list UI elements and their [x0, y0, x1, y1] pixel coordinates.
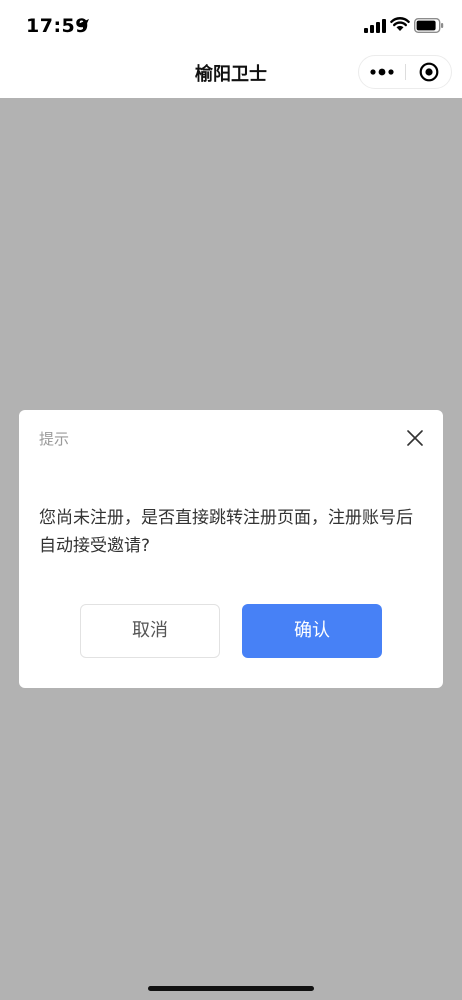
capsule-divider: [405, 64, 406, 80]
navigation-bar: 榆阳卫士: [0, 52, 462, 98]
location-arrow-icon: [77, 19, 89, 31]
dialog-close-button[interactable]: [401, 424, 429, 452]
exit-button[interactable]: [407, 56, 451, 88]
wifi-icon: [390, 17, 410, 31]
menu-capsule: [358, 55, 452, 89]
prompt-dialog: 提示 您尚未注册，是否直接跳转注册页面，注册账号后自动接受邀请? 取消 确认: [19, 410, 443, 688]
confirm-button[interactable]: 确认: [242, 604, 382, 658]
dialog-message: 您尚未注册，是否直接跳转注册页面，注册账号后自动接受邀请?: [39, 508, 413, 556]
status-bar: 17:59: [0, 0, 462, 52]
home-indicator[interactable]: [148, 986, 314, 991]
target-circle-icon: [419, 62, 439, 82]
more-button[interactable]: [359, 56, 405, 88]
more-dots-icon: [370, 68, 394, 76]
signal-icon: [364, 19, 386, 33]
close-x-icon: [407, 430, 423, 446]
cancel-button[interactable]: 取消: [80, 604, 220, 658]
top-bar: 17:59 榆阳卫士: [0, 0, 462, 98]
battery-icon: [414, 18, 444, 33]
dialog-title: 提示: [39, 430, 70, 448]
